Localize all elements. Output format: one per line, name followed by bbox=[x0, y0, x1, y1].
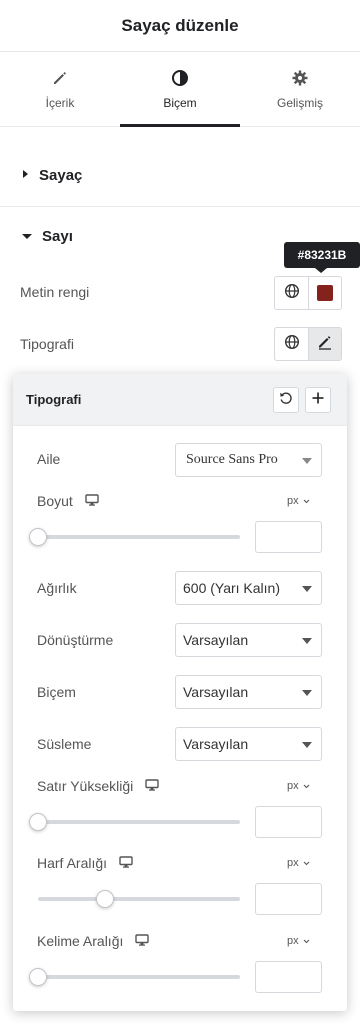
weight-label-text: Ağırlık bbox=[37, 580, 77, 596]
dropdown-arrow-icon bbox=[302, 742, 312, 748]
style-label: Biçem bbox=[37, 684, 76, 700]
chevron-down-icon bbox=[303, 935, 310, 947]
letter-spacing-label: Harf Aralığı bbox=[37, 855, 133, 871]
decoration-label-text: Süsleme bbox=[37, 736, 92, 752]
chevron-down-icon bbox=[303, 857, 310, 869]
caret-down-icon bbox=[22, 227, 32, 245]
dropdown-arrow-icon bbox=[302, 458, 312, 464]
word-spacing-number-input[interactable] bbox=[255, 961, 322, 993]
chevron-down-icon bbox=[303, 780, 310, 792]
tab-label: Biçem bbox=[163, 95, 197, 110]
tab-content[interactable]: İçerik bbox=[0, 52, 120, 126]
word-spacing-label-text: Kelime Aralığı bbox=[37, 933, 124, 949]
letter-spacing-label-text: Harf Aralığı bbox=[37, 855, 108, 871]
typography-control bbox=[274, 327, 342, 361]
half-circle-icon bbox=[172, 69, 188, 86]
font-style-value: Varsayılan bbox=[183, 684, 249, 700]
chevron-down-icon bbox=[303, 495, 310, 507]
tab-style[interactable]: Biçem bbox=[120, 52, 240, 127]
dropdown-arrow-icon bbox=[302, 586, 312, 592]
color-picker-button[interactable] bbox=[308, 277, 341, 309]
family-label-text: Aile bbox=[37, 451, 61, 467]
decoration-label: Süsleme bbox=[37, 736, 91, 752]
letter-spacing-unit-select[interactable]: px bbox=[287, 857, 310, 869]
global-colors-button[interactable] bbox=[275, 277, 308, 309]
plus-icon bbox=[311, 391, 325, 410]
reset-button[interactable] bbox=[273, 387, 299, 413]
text-transform-value: Varsayılan bbox=[183, 632, 249, 648]
line-height-slider-track[interactable] bbox=[38, 820, 240, 824]
text-decoration-select[interactable]: Varsayılan bbox=[175, 727, 322, 761]
weight-label: Ağırlık bbox=[37, 580, 77, 596]
style-label-text: Biçem bbox=[37, 684, 76, 700]
gear-icon bbox=[292, 70, 308, 85]
line-height-label: Satır Yüksekliği bbox=[37, 778, 159, 794]
size-unit-select[interactable]: px bbox=[287, 495, 310, 507]
transform-label: Dönüştürme bbox=[37, 632, 113, 648]
text-decoration-value: Varsayılan bbox=[183, 736, 249, 752]
color-tooltip: #83231B bbox=[284, 242, 360, 273]
size-label: Boyut bbox=[37, 493, 99, 509]
typography-label: Tipografi bbox=[20, 336, 74, 352]
dropdown-arrow-icon bbox=[302, 690, 312, 696]
letter-spacing-slider-track[interactable] bbox=[38, 897, 240, 901]
tab-label: İçerik bbox=[45, 95, 75, 110]
pencil-icon bbox=[317, 334, 333, 355]
font-family-select[interactable]: Source Sans Pro bbox=[175, 443, 322, 477]
desktop-icon[interactable] bbox=[85, 493, 99, 509]
popover-header: Tipografi bbox=[13, 374, 347, 426]
text-color-label: Metin rengi bbox=[20, 284, 90, 300]
reset-icon bbox=[279, 391, 293, 410]
caret-right-icon bbox=[22, 166, 29, 184]
add-button[interactable] bbox=[305, 387, 331, 413]
panel-header: Sayaç düzenle bbox=[0, 0, 360, 52]
tab-advanced[interactable]: Gelişmiş bbox=[240, 52, 360, 126]
letter-spacing-number-input[interactable] bbox=[255, 883, 322, 915]
word-spacing-slider-thumb[interactable] bbox=[29, 968, 47, 986]
line-height-slider-thumb[interactable] bbox=[29, 813, 47, 831]
section-title: Sayaç bbox=[39, 166, 83, 184]
dropdown-arrow-icon bbox=[302, 638, 312, 644]
pencil-icon bbox=[54, 71, 66, 84]
edit-typography-button[interactable] bbox=[308, 328, 341, 360]
globe-icon bbox=[284, 334, 300, 355]
unit-label: px bbox=[287, 935, 299, 947]
word-spacing-label: Kelime Aralığı bbox=[37, 933, 150, 949]
text-color-control bbox=[274, 276, 342, 310]
font-style-select[interactable]: Varsayılan bbox=[175, 675, 322, 709]
desktop-icon[interactable] bbox=[145, 778, 159, 794]
text-transform-select[interactable]: Varsayılan bbox=[175, 623, 322, 657]
size-slider-thumb[interactable] bbox=[29, 528, 47, 546]
line-height-unit-select[interactable]: px bbox=[287, 780, 310, 792]
unit-label: px bbox=[287, 780, 299, 792]
word-spacing-slider-track[interactable] bbox=[38, 975, 240, 979]
color-swatch bbox=[317, 285, 333, 301]
tab-label: Gelişmiş bbox=[276, 95, 323, 110]
font-weight-select[interactable]: 600 (Yarı Kalın) bbox=[175, 571, 322, 605]
transform-label-text: Dönüştürme bbox=[37, 632, 114, 648]
line-height-number-input[interactable] bbox=[255, 806, 322, 838]
line-height-label-text: Satır Yüksekliği bbox=[37, 778, 134, 794]
size-number-input[interactable] bbox=[255, 521, 322, 553]
size-label-text: Boyut bbox=[37, 493, 73, 509]
tab-bar: İçerik Biçem Gelişmiş bbox=[0, 52, 360, 127]
page-title: Sayaç düzenle bbox=[121, 15, 239, 35]
popover-title: Tipografi bbox=[26, 392, 82, 407]
font-family-value: Source Sans Pro bbox=[186, 452, 278, 467]
desktop-icon[interactable] bbox=[135, 933, 150, 949]
word-spacing-unit-select[interactable]: px bbox=[287, 935, 310, 947]
family-label: Aile bbox=[37, 451, 60, 467]
desktop-icon[interactable] bbox=[119, 855, 133, 871]
unit-label: px bbox=[287, 857, 299, 869]
size-slider-track[interactable] bbox=[38, 535, 240, 539]
section-title: Sayı bbox=[42, 227, 73, 245]
globe-icon bbox=[284, 283, 300, 304]
global-typography-button[interactable] bbox=[275, 328, 308, 360]
letter-spacing-slider-thumb[interactable] bbox=[95, 890, 114, 908]
unit-label: px bbox=[287, 495, 299, 507]
typography-popover: Tipografi Aile Source Sans Pro Boyut px … bbox=[13, 374, 347, 1011]
font-weight-value: 600 (Yarı Kalın) bbox=[183, 580, 281, 596]
